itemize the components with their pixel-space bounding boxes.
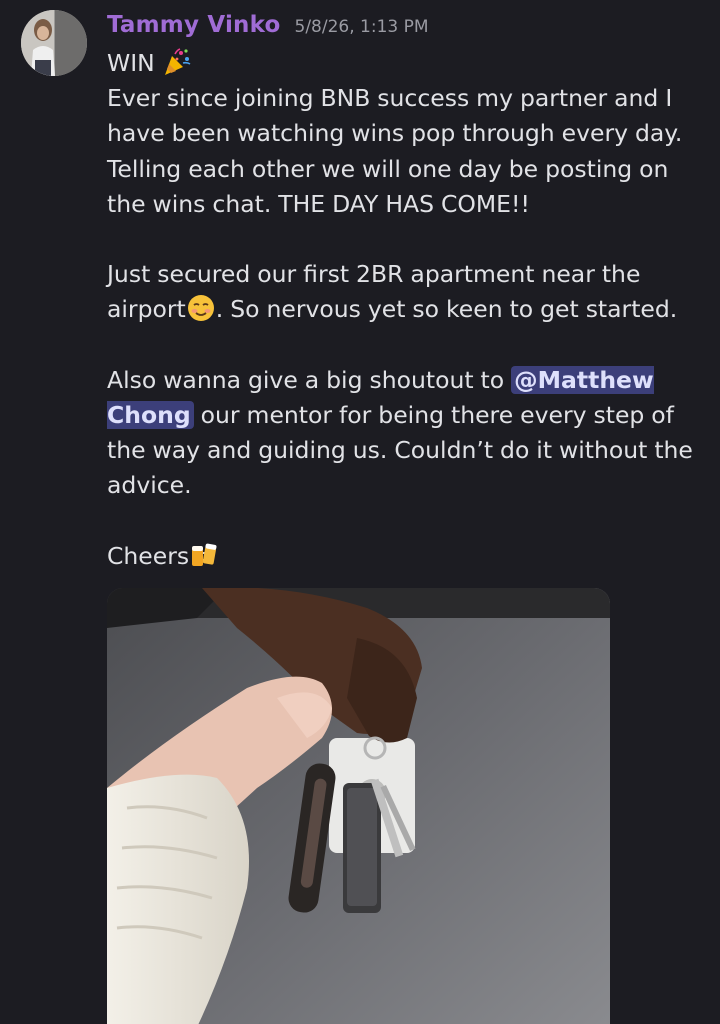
- paragraph-1: Ever since joining BNB success my partne…: [107, 84, 683, 218]
- user-avatar[interactable]: [21, 10, 87, 76]
- message-content: WIN Ever since joining BNB success my pa…: [107, 46, 707, 574]
- keys-photo: [107, 588, 610, 1024]
- sign-off-line: Cheers: [107, 539, 707, 574]
- paragraph-2-tail: . So nervous yet so keen to get started.: [215, 295, 678, 324]
- smiling-face-icon: [186, 293, 216, 323]
- message-title-line: WIN: [107, 46, 707, 81]
- beer-mugs-icon: [189, 540, 219, 570]
- paragraph-3: Also wanna give a big shoutout to @Matth…: [107, 363, 707, 504]
- message-header: Tammy Vinko 5/8/26, 1:13 PM: [107, 12, 429, 46]
- paragraph-3-text: Also wanna give a big shoutout to: [107, 365, 512, 394]
- image-attachment[interactable]: [107, 588, 610, 1024]
- sign-off-text: Cheers: [107, 541, 190, 570]
- author-name[interactable]: Tammy Vinko: [107, 12, 281, 38]
- chat-message: Tammy Vinko 5/8/26, 1:13 PM WIN Ever sin…: [0, 0, 720, 1024]
- party-popper-icon: [162, 47, 192, 77]
- paragraph-2: Just secured our first 2BR apartment nea…: [107, 257, 707, 327]
- title-text: WIN: [107, 49, 155, 77]
- paragraph-3-tail: our mentor for being there every step of…: [107, 401, 693, 500]
- message-timestamp: 5/8/26, 1:13 PM: [294, 17, 429, 37]
